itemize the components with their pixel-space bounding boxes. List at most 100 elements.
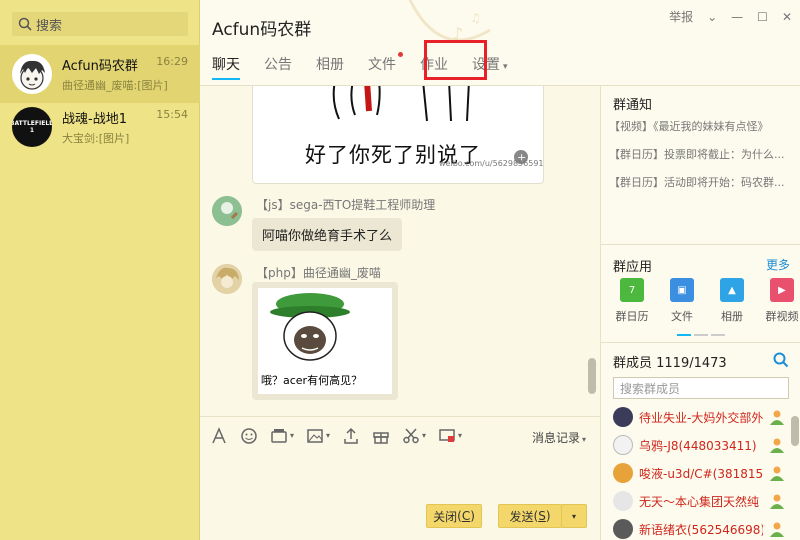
close-shortcut: C — [461, 509, 471, 523]
more-apps-link[interactable]: 更多 — [766, 256, 790, 273]
avatar[interactable] — [212, 196, 242, 226]
member-scrollbar[interactable] — [791, 416, 799, 446]
message-input[interactable]: 关闭(C) 发送(S) ▾ — [200, 454, 600, 540]
send-button[interactable]: 发送(S) — [498, 504, 562, 528]
app-video[interactable]: ▶ 群视频 — [757, 278, 800, 324]
upload-icon[interactable] — [342, 427, 360, 445]
group-info-panel: 群通知 【视频】《最近我的妹妹有点怪》 【群日历】投票即将截止：为什么... 【… — [600, 86, 800, 540]
tab-album[interactable]: 相册 — [316, 54, 344, 80]
search-box[interactable]: 搜索 — [12, 12, 188, 36]
menu-icon[interactable]: ⌄ — [707, 10, 717, 24]
svg-text:♫: ♫ — [470, 11, 481, 25]
members-count: 群成员 1119/1473 — [613, 356, 727, 371]
chat-preview: 大宝剑:[图片] — [62, 132, 130, 145]
screenshot-icon[interactable]: ▾ — [402, 427, 426, 445]
search-icon[interactable] — [773, 352, 789, 368]
send-shortcut: S — [538, 509, 546, 523]
message-list[interactable]: + 好了你死了别说了 weibo.com/u/5629856591 【js】se… — [200, 86, 600, 416]
person-icon — [770, 494, 784, 509]
gif-icon[interactable]: ▾ — [270, 427, 294, 445]
close-icon[interactable]: ✕ — [782, 10, 792, 24]
apps-title: 群应用 — [613, 260, 653, 275]
search-placeholder: 搜索 — [36, 18, 63, 34]
message-bubble[interactable]: 阿喵你做绝育手术了么 — [252, 218, 403, 251]
image-icon[interactable]: ▾ — [306, 427, 330, 445]
sender-name: 【php】曲径通幽_废喵 — [256, 266, 381, 280]
avatar — [12, 54, 52, 94]
apps-pager[interactable] — [677, 334, 725, 336]
member-search-input[interactable]: 搜索群成员 — [613, 377, 789, 399]
tab-label: 文件 — [368, 57, 396, 73]
tab-files[interactable]: 文件 — [368, 52, 403, 80]
message-history-button[interactable]: 消息记录 ▾ — [532, 429, 586, 446]
message-image[interactable]: + 好了你死了别说了 weibo.com/u/5629856591 — [252, 86, 544, 184]
meme-image: + — [332, 86, 528, 164]
group-title: Acfun码农群 — [212, 20, 312, 40]
tab-label: 相册 — [316, 57, 344, 73]
apps-row: 7 群日历 ▣ 文件 ▲ 相册 ▶ 群视频 — [607, 278, 800, 324]
avatar-logo-text: BATTLEFIELD 1 — [12, 120, 52, 134]
window-controls: 举报 ⌄ — ☐ ✕ — [669, 8, 792, 25]
chat-header: ♪ ♫ Acfun码农群 举报 ⌄ — ☐ ✕ 聊天 公告 相册 文件 作业 设置… — [200, 0, 800, 86]
notice-item[interactable]: 【群日历】活动即将开始：码农群... — [609, 174, 797, 190]
minimize-icon[interactable]: — — [731, 10, 743, 24]
maximize-icon[interactable]: ☐ — [757, 10, 768, 24]
emoji-icon[interactable] — [240, 427, 258, 445]
avatar — [613, 491, 633, 511]
report-button[interactable]: 举报 — [669, 8, 693, 25]
notice-item[interactable]: 【视频】《最近我的妹妹有点怪》 — [609, 118, 797, 134]
meme-image: 哦？acer有何高见？ — [258, 288, 392, 394]
video-icon: ▶ — [770, 278, 794, 302]
app-label: 相册 — [721, 310, 743, 323]
app-calendar[interactable]: 7 群日历 — [607, 278, 657, 324]
image-watermark: weibo.com/u/5629856591 — [439, 159, 544, 168]
search-icon — [18, 17, 32, 31]
avatar — [613, 519, 633, 539]
avatar — [613, 407, 633, 427]
input-toolbar: ▾ ▾ ▾ ▾ 消息记录 ▾ — [200, 416, 600, 454]
tab-announcement[interactable]: 公告 — [264, 54, 292, 80]
member-item[interactable]: 乌鸦-J8(448033411) — [613, 434, 793, 456]
calendar-day: 7 — [628, 284, 636, 296]
person-icon — [770, 410, 784, 425]
font-icon[interactable] — [210, 426, 228, 445]
tab-label: 聊天 — [212, 57, 240, 73]
chat-item-battlefield[interactable]: BATTLEFIELD 1 战魂-战地1 大宝剑:[图片] 15:54 — [0, 98, 200, 156]
tab-label: 公告 — [264, 57, 292, 73]
member-name: 待业失业-大妈外交部外 — [639, 410, 763, 425]
member-name: 新语绪衣(562546698) — [639, 522, 763, 537]
avatar[interactable] — [212, 264, 242, 294]
avatar — [613, 463, 633, 483]
tab-chat[interactable]: 聊天 — [212, 54, 240, 80]
member-item[interactable]: 无天～本心集团天然纯 — [613, 490, 793, 512]
app-files[interactable]: ▣ 文件 — [657, 278, 707, 324]
send-options-button[interactable]: ▾ — [561, 504, 587, 528]
chat-preview: 曲径通幽_废喵:[图片] — [62, 79, 168, 92]
chat-scrollbar[interactable] — [588, 358, 596, 394]
avatar: BATTLEFIELD 1 — [12, 107, 52, 147]
close-button-label: 关闭 — [433, 509, 458, 524]
chat-item-acfun[interactable]: Acfun码农群 曲径通幽_废喵:[图片] 16:29 — [0, 45, 200, 103]
chevron-down-icon: ▾ — [503, 62, 508, 72]
chevron-down-icon: ▾ — [571, 511, 576, 521]
chat-time: 16:29 — [156, 55, 188, 68]
notice-title: 群通知 — [613, 98, 653, 113]
notice-item[interactable]: 【群日历】投票即将截止：为什么... — [609, 146, 797, 162]
app-album[interactable]: ▲ 相册 — [707, 278, 757, 324]
chat-bubble-icon[interactable]: ▾ — [438, 427, 462, 445]
image-caption: 哦？acer有何高见？ — [261, 374, 363, 387]
divider — [601, 244, 800, 245]
member-item[interactable]: 唆液-u3d/C#(381815955) — [613, 462, 793, 484]
unread-dot — [398, 52, 403, 57]
sender-name: 【js】sega-西TO提鞋工程师助理 — [256, 198, 436, 212]
member-name: 唆液-u3d/C#(381815955) — [639, 466, 763, 481]
chat-time: 15:54 — [156, 108, 188, 121]
member-item[interactable]: 待业失业-大妈外交部外 — [613, 406, 793, 428]
message-image[interactable]: 哦？acer有何高见？ — [252, 282, 398, 400]
close-button[interactable]: 关闭(C) — [426, 504, 482, 528]
member-item[interactable]: 新语绪衣(562546698) — [613, 518, 793, 540]
gift-icon[interactable] — [372, 427, 390, 445]
chat-list-sidebar: 搜索 Acfun码农群 曲径通幽_废喵:[图片] 16:29 BATTLEFIE… — [0, 0, 200, 540]
person-icon — [770, 466, 784, 481]
app-label: 群视频 — [765, 310, 799, 323]
